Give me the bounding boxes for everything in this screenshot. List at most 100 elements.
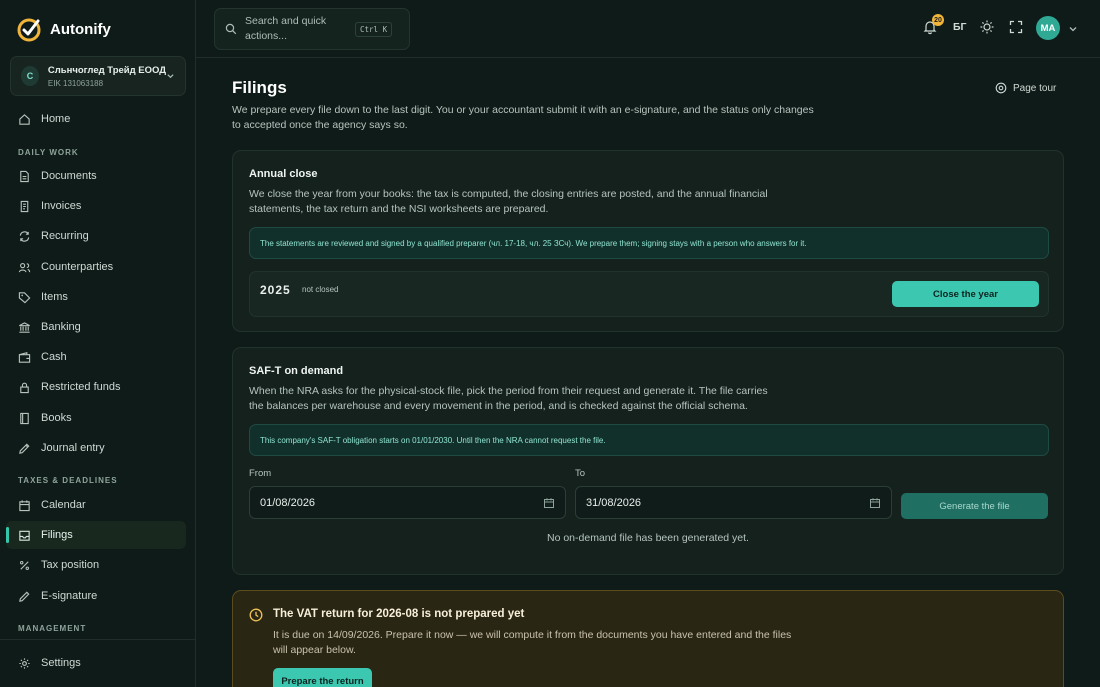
nav-label: Calendar bbox=[41, 499, 86, 511]
brand[interactable]: Autonify bbox=[0, 0, 195, 58]
nav-books[interactable]: Books bbox=[6, 404, 186, 432]
nav-label: Journal entry bbox=[41, 442, 105, 454]
user-avatar[interactable]: MA bbox=[1036, 16, 1060, 40]
users-icon bbox=[18, 262, 31, 272]
annual-close-note: The statements are reviewed and signed b… bbox=[249, 227, 1049, 259]
saft-title: SAF-T on demand bbox=[249, 365, 344, 377]
percent-icon bbox=[19, 560, 30, 570]
nav-e-signature[interactable]: E-signature bbox=[6, 582, 186, 610]
invoice-icon bbox=[20, 200, 29, 212]
from-label: From bbox=[249, 468, 272, 479]
nav-items[interactable]: Items bbox=[6, 283, 186, 311]
search-placeholder: Search and quick actions... bbox=[245, 15, 327, 42]
nav-label: Banking bbox=[41, 321, 81, 333]
nav-invoices[interactable]: Invoices bbox=[6, 192, 186, 220]
company-avatar: C bbox=[21, 66, 39, 86]
nav-section-taxes: TAXES & DEADLINES bbox=[18, 476, 118, 485]
fullscreen-icon[interactable] bbox=[1008, 19, 1024, 35]
annual-close-description: We close the year from your books: the t… bbox=[249, 188, 768, 215]
book-icon bbox=[20, 412, 29, 424]
saft-note: This company's SAF-T obligation starts o… bbox=[249, 424, 1049, 456]
nav-label: Settings bbox=[41, 657, 81, 669]
repeat-icon bbox=[19, 230, 30, 242]
vat-warning-title: The VAT return for 2026-08 is not prepar… bbox=[273, 608, 525, 620]
year-status: not closed bbox=[302, 285, 339, 294]
vat-warning-card: The VAT return for 2026-08 is not prepar… bbox=[232, 590, 1064, 687]
compass-icon bbox=[995, 82, 1007, 94]
inbox-icon bbox=[19, 530, 30, 541]
clock-icon bbox=[249, 608, 263, 622]
page-tour-button[interactable]: Page tour bbox=[995, 82, 1056, 94]
bank-icon bbox=[19, 321, 30, 333]
tag-icon bbox=[18, 291, 31, 303]
chevron-down-icon bbox=[167, 74, 174, 79]
topbar: Search and quick actions... Ctrl K 20 БГ… bbox=[196, 0, 1100, 58]
to-date-value: 31/08/2026 bbox=[586, 496, 642, 509]
nav-banking[interactable]: Banking bbox=[6, 313, 186, 341]
nav-label: Cash bbox=[41, 351, 67, 363]
nav-calendar[interactable]: Calendar bbox=[6, 491, 186, 519]
app-name: Autonify bbox=[50, 20, 111, 38]
nav-cash[interactable]: Cash bbox=[6, 343, 186, 371]
autonify-logo-icon bbox=[17, 18, 41, 42]
nav-tax-position[interactable]: Tax position bbox=[6, 551, 186, 579]
annual-close-card: Annual close We close the year from your… bbox=[232, 150, 1064, 332]
language-switcher[interactable]: БГ bbox=[953, 21, 967, 33]
from-date-input[interactable]: 01/08/2026 bbox=[249, 486, 566, 519]
nav-label: Invoices bbox=[41, 200, 82, 212]
close-year-button[interactable]: Close the year bbox=[892, 281, 1039, 307]
nav-label: Restricted funds bbox=[41, 381, 121, 393]
chevron-down-icon[interactable] bbox=[1068, 24, 1078, 34]
prepare-return-button[interactable]: Prepare the return bbox=[273, 668, 372, 687]
search-shortcut: Ctrl K bbox=[355, 21, 393, 37]
year-row: 2025 not closed Close the year bbox=[249, 271, 1049, 317]
sidebar: Autonify C Сльнчоглед Трейд ЕООД EIK 131… bbox=[0, 0, 196, 687]
saft-empty-state: No on-demand file has been generated yet… bbox=[547, 532, 749, 544]
lock-icon bbox=[20, 382, 29, 393]
nav-settings[interactable]: Settings bbox=[6, 649, 186, 677]
nav-documents[interactable]: Documents bbox=[6, 162, 186, 190]
calendar-icon[interactable] bbox=[543, 497, 555, 509]
active-nav-indicator bbox=[6, 527, 9, 543]
notification-count-badge: 20 bbox=[932, 14, 944, 26]
nav-counterparties[interactable]: Counterparties bbox=[6, 253, 186, 281]
page-tour-label: Page tour bbox=[1013, 82, 1057, 94]
to-date-input[interactable]: 31/08/2026 bbox=[575, 486, 892, 519]
nav-filings[interactable]: Filings bbox=[6, 521, 186, 549]
pen-icon bbox=[19, 443, 30, 454]
calendar-icon[interactable] bbox=[869, 497, 881, 509]
generate-file-button[interactable]: Generate the file bbox=[901, 493, 1048, 519]
company-eik: EIK 131063188 bbox=[47, 78, 104, 88]
signature-pen-icon bbox=[19, 591, 30, 602]
nav-label: Home bbox=[41, 113, 71, 125]
nav-restricted-funds[interactable]: Restricted funds bbox=[6, 373, 186, 401]
from-date-value: 01/08/2026 bbox=[260, 496, 316, 509]
sidebar-divider bbox=[0, 639, 196, 640]
calendar-icon bbox=[19, 499, 30, 511]
document-icon bbox=[20, 170, 29, 182]
nav-label: Recurring bbox=[41, 230, 89, 242]
nav-journal-entry[interactable]: Journal entry bbox=[6, 434, 186, 462]
nav-label: Filings bbox=[41, 529, 73, 541]
gear-icon bbox=[19, 657, 30, 669]
year-value: 2025 bbox=[260, 283, 291, 297]
nav-recurring[interactable]: Recurring bbox=[6, 222, 186, 250]
nav-label: Books bbox=[41, 412, 72, 424]
page-description: We prepare every file down to the last d… bbox=[232, 104, 814, 131]
page-title: Filings bbox=[232, 78, 287, 97]
search-input[interactable]: Search and quick actions... Ctrl K bbox=[214, 8, 410, 50]
to-label: To bbox=[575, 468, 586, 479]
nav-home[interactable]: Home bbox=[6, 105, 186, 133]
company-switcher[interactable]: C Сльнчоглед Трейд ЕООД EIK 131063188 bbox=[10, 56, 186, 96]
saft-card: SAF-T on demand When the NRA asks for th… bbox=[232, 347, 1064, 575]
nav-label: Documents bbox=[41, 170, 97, 182]
nav-section-management: MANAGEMENT bbox=[18, 624, 87, 633]
nav-label: Counterparties bbox=[41, 261, 114, 273]
search-icon bbox=[225, 23, 237, 35]
annual-close-title: Annual close bbox=[249, 168, 318, 180]
nav-label: E-signature bbox=[41, 590, 98, 602]
saft-description: When the NRA asks for the physical-stock… bbox=[249, 385, 768, 412]
theme-sun-icon[interactable] bbox=[979, 19, 995, 35]
nav-label: Tax position bbox=[41, 559, 100, 571]
vat-warning-description: It is due on 14/09/2026. Prepare it now … bbox=[273, 629, 792, 656]
